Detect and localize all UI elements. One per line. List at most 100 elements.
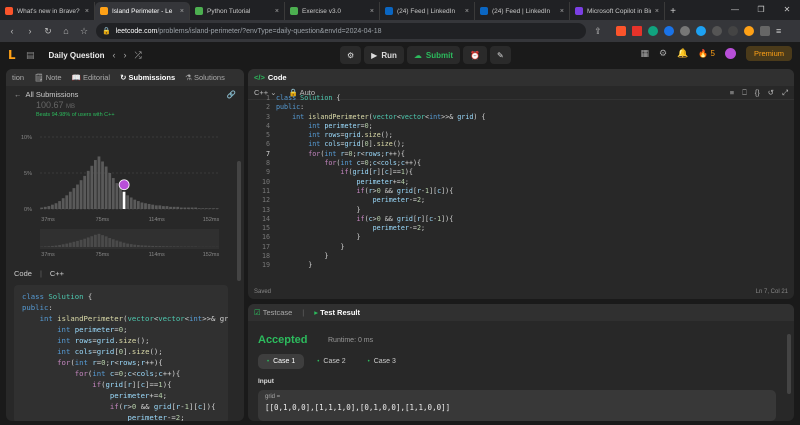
chart-bar[interactable] <box>215 208 219 209</box>
tab-close-icon[interactable]: × <box>370 8 374 15</box>
chart-bar[interactable] <box>133 199 137 209</box>
tab-submissions[interactable]: ↻ Submissions <box>120 73 175 82</box>
all-submissions-link[interactable]: All Submissions <box>26 90 79 99</box>
chart-bar[interactable] <box>104 166 108 209</box>
notes-button[interactable]: ✎ <box>489 46 511 64</box>
tab-solutions[interactable]: ⚗ Solutions <box>185 73 225 82</box>
braces-icon[interactable]: {} <box>755 88 760 98</box>
debug-button[interactable]: ⚙ <box>340 46 362 64</box>
extension-g-icon[interactable] <box>664 26 674 36</box>
chart-bar[interactable] <box>90 165 94 209</box>
chart-bar[interactable] <box>151 204 155 209</box>
chart-bar[interactable] <box>83 175 87 209</box>
chart-bar[interactable] <box>179 207 183 209</box>
chart-bar[interactable] <box>172 206 176 209</box>
brave-rewards-icon[interactable] <box>632 26 642 36</box>
extension-c-icon[interactable] <box>680 26 690 36</box>
chart-bar[interactable] <box>115 183 119 209</box>
next-problem-icon[interactable]: › <box>124 50 127 60</box>
home-icon[interactable]: ⌂ <box>60 26 72 36</box>
browser-tab[interactable]: Python Tutorial × <box>190 2 285 20</box>
fullscreen-icon[interactable]: ⤢ <box>782 88 788 98</box>
problem-list-icon[interactable]: ▤ <box>26 50 35 61</box>
extension-p-icon[interactable] <box>696 26 706 36</box>
streak-counter[interactable]: 🔥 5 <box>698 49 715 58</box>
notification-icon[interactable]: 🔔 <box>677 48 688 59</box>
chart-bar[interactable] <box>65 195 69 209</box>
tab-testcase[interactable]: ☑ Testcase <box>254 308 292 317</box>
left-scrollbar[interactable] <box>237 161 241 281</box>
chart-bar[interactable] <box>154 205 158 209</box>
chart-bar[interactable] <box>169 206 172 209</box>
chart-bar[interactable] <box>208 208 212 209</box>
chart-bar[interactable] <box>101 161 104 209</box>
forward-icon[interactable]: › <box>24 26 36 36</box>
chart-bar[interactable] <box>79 180 83 209</box>
chatgpt-icon[interactable] <box>648 26 658 36</box>
tab-close-icon[interactable]: × <box>85 8 89 15</box>
chart-bar[interactable] <box>97 156 101 209</box>
leetcode-logo-icon[interactable]: ᒪ <box>8 48 22 62</box>
browser-tab[interactable]: Island Perimeter - Le × <box>95 2 190 20</box>
chart-bar[interactable] <box>72 188 76 209</box>
chart-bar[interactable] <box>187 207 190 209</box>
chart-bar[interactable] <box>122 191 126 209</box>
chart-bar[interactable] <box>136 201 140 209</box>
chart-bar[interactable] <box>194 207 198 209</box>
chart-bar[interactable] <box>94 160 97 209</box>
chart-bar[interactable] <box>140 202 144 209</box>
timer-button[interactable]: ⏰ <box>463 46 487 64</box>
menu-icon[interactable]: ≡ <box>776 26 781 36</box>
close-window-icon[interactable]: ✕ <box>774 0 800 20</box>
user-avatar[interactable] <box>724 48 736 59</box>
chart-bar[interactable] <box>176 206 180 209</box>
back-icon[interactable]: ‹ <box>6 26 18 36</box>
prev-problem-icon[interactable]: ‹ <box>113 50 116 60</box>
tab-close-icon[interactable]: × <box>180 8 184 15</box>
chart-bar[interactable] <box>68 191 72 209</box>
sidebar-icon[interactable] <box>728 26 738 36</box>
tab-close-icon[interactable]: × <box>465 8 469 15</box>
chart-bar[interactable] <box>58 201 61 209</box>
tab-close-icon[interactable]: × <box>560 8 564 15</box>
chart-bar[interactable] <box>119 187 122 209</box>
tab-note[interactable]: 🗒 Note <box>34 73 61 82</box>
chart-bar[interactable] <box>201 208 205 209</box>
url-input[interactable]: 🔒 leetcode.com/problems/island-perimeter… <box>96 23 586 39</box>
bookmark-icon[interactable]: ☆ <box>78 26 90 37</box>
reload-icon[interactable]: ↻ <box>42 26 54 37</box>
code-editor[interactable]: 1 2 3 4 5 6 7 8 9 10 11 12 13 14 15 16 17 18 19 class Solu… <box>248 94 794 280</box>
result-scrollbar[interactable] <box>787 334 791 394</box>
chart-bar[interactable] <box>212 208 215 209</box>
submit-button[interactable]: ☁ Submit <box>406 46 460 64</box>
layout-icon[interactable]: ▦ <box>641 48 650 59</box>
browser-tab[interactable]: (24) Feed | LinkedIn × <box>380 2 475 20</box>
chart-bar[interactable] <box>144 203 147 209</box>
your-submission-marker[interactable] <box>118 179 130 191</box>
chart-bar[interactable] <box>162 206 165 209</box>
premium-button[interactable]: Premium <box>745 46 792 61</box>
vpn-icon[interactable] <box>760 26 770 36</box>
chart-bar[interactable] <box>51 204 54 209</box>
maximize-icon[interactable]: ❐ <box>748 0 774 20</box>
chart-bar[interactable] <box>204 208 208 209</box>
case-tab[interactable]: • Case 1 <box>258 354 305 369</box>
chart-bar[interactable] <box>76 184 79 209</box>
chart-bar[interactable] <box>61 198 65 209</box>
bookmark-code-icon[interactable]: ⎕ <box>742 88 747 98</box>
tab-close-icon[interactable]: × <box>655 8 659 15</box>
chart-bar[interactable] <box>129 197 133 209</box>
chart-bar[interactable] <box>147 203 151 209</box>
chart-bar[interactable] <box>126 195 129 209</box>
extensions-puzzle-icon[interactable] <box>712 26 722 36</box>
case-tab[interactable]: • Case 3 <box>359 354 405 369</box>
settings-icon[interactable]: ⚙ <box>659 48 667 59</box>
tab-close-icon[interactable]: × <box>275 8 279 15</box>
format-icon[interactable]: ≡ <box>730 88 734 98</box>
case-tab[interactable]: • Case 2 <box>308 354 354 369</box>
chart-bar[interactable] <box>108 173 112 209</box>
run-button[interactable]: ▶ Run <box>364 46 404 64</box>
chart-bar[interactable] <box>40 207 44 209</box>
tab-test-result[interactable]: ▸ Test Result <box>314 308 360 317</box>
reset-icon[interactable]: ↺ <box>768 88 774 98</box>
